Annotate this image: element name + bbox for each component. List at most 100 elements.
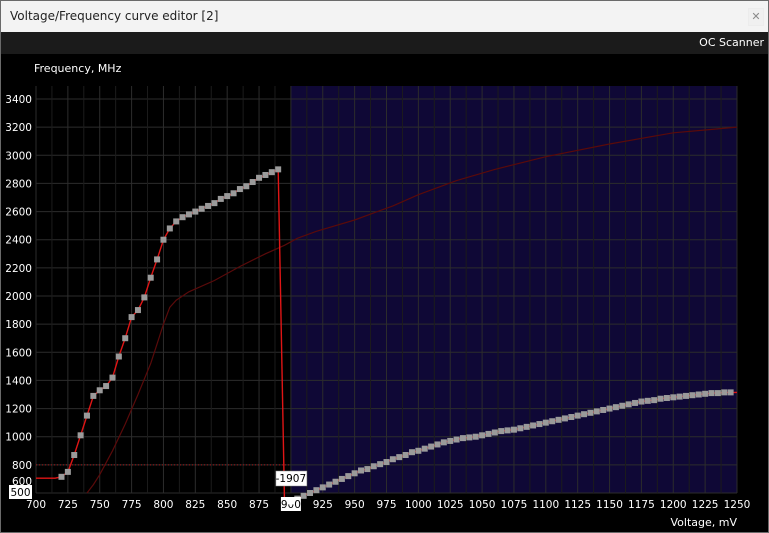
- curve-point[interactable]: [90, 392, 97, 399]
- curve-point[interactable]: [676, 393, 683, 400]
- curve-point[interactable]: [657, 395, 664, 402]
- curve-point[interactable]: [428, 443, 435, 450]
- curve-point[interactable]: [358, 467, 365, 474]
- curve-point[interactable]: [249, 179, 256, 186]
- curve-point[interactable]: [523, 423, 530, 430]
- curve-point[interactable]: [230, 190, 237, 197]
- curve-point[interactable]: [510, 426, 517, 433]
- curve-point[interactable]: [536, 421, 543, 428]
- curve-point[interactable]: [160, 236, 167, 243]
- curve-point[interactable]: [96, 387, 103, 394]
- curve-point[interactable]: [268, 169, 275, 176]
- curve-point[interactable]: [517, 425, 524, 432]
- curve-point[interactable]: [593, 408, 600, 415]
- curve-point[interactable]: [83, 412, 90, 419]
- curve-point[interactable]: [568, 414, 575, 421]
- curve-point[interactable]: [485, 430, 492, 437]
- curve-point[interactable]: [224, 193, 231, 200]
- curve-point[interactable]: [179, 214, 186, 221]
- curve-point[interactable]: [453, 436, 460, 443]
- curve-point[interactable]: [211, 200, 218, 207]
- curve-point[interactable]: [421, 445, 428, 452]
- curve-point[interactable]: [459, 435, 466, 442]
- curve-point[interactable]: [625, 401, 632, 408]
- curve-point[interactable]: [71, 452, 78, 459]
- curve-point[interactable]: [402, 452, 409, 459]
- curve-point[interactable]: [351, 470, 358, 477]
- curve-point[interactable]: [714, 390, 721, 397]
- curve-point[interactable]: [606, 405, 613, 412]
- curve-point[interactable]: [115, 353, 122, 360]
- curve-point[interactable]: [307, 490, 314, 496]
- curve-point[interactable]: [466, 434, 473, 441]
- curve-point[interactable]: [128, 314, 135, 321]
- curve-point[interactable]: [491, 429, 498, 436]
- curve-point[interactable]: [561, 415, 568, 422]
- curve-point[interactable]: [396, 454, 403, 461]
- curve-point[interactable]: [109, 374, 116, 381]
- curve-point[interactable]: [721, 389, 728, 396]
- curve-point[interactable]: [141, 294, 148, 301]
- curve-point[interactable]: [472, 433, 479, 440]
- curve-point[interactable]: [389, 456, 396, 463]
- curve-point[interactable]: [651, 397, 658, 404]
- curve-point[interactable]: [549, 418, 556, 425]
- curve-point[interactable]: [364, 466, 371, 473]
- curve-point[interactable]: [326, 481, 333, 488]
- curve-point[interactable]: [600, 406, 607, 413]
- curve-point[interactable]: [555, 416, 562, 423]
- curve-point[interactable]: [383, 459, 390, 466]
- curve-point[interactable]: [574, 412, 581, 419]
- curve-point[interactable]: [408, 449, 415, 456]
- curve-point[interactable]: [192, 208, 199, 215]
- curve-point[interactable]: [166, 225, 173, 232]
- curve-point[interactable]: [612, 404, 619, 411]
- curve-point[interactable]: [154, 256, 161, 263]
- curve-point[interactable]: [504, 427, 511, 434]
- curve-point[interactable]: [619, 402, 626, 409]
- curve-point[interactable]: [345, 473, 352, 480]
- curve-point[interactable]: [122, 335, 129, 342]
- curve-point[interactable]: [275, 166, 282, 173]
- curve-point[interactable]: [205, 202, 212, 209]
- curve-point[interactable]: [632, 399, 639, 406]
- curve-point[interactable]: [581, 411, 588, 418]
- curve-point[interactable]: [313, 487, 320, 494]
- curve-point[interactable]: [708, 390, 715, 397]
- curve-point[interactable]: [198, 205, 205, 212]
- curve-point[interactable]: [644, 397, 651, 404]
- curve-point[interactable]: [338, 475, 345, 482]
- curve-point[interactable]: [440, 439, 447, 446]
- curve-point[interactable]: [256, 174, 263, 181]
- curve-point[interactable]: [319, 484, 326, 491]
- curve-point[interactable]: [243, 183, 250, 190]
- curve-point[interactable]: [415, 447, 422, 454]
- curve-point[interactable]: [377, 461, 384, 468]
- curve-point[interactable]: [300, 492, 307, 499]
- curve-point[interactable]: [530, 422, 537, 429]
- curve-point[interactable]: [103, 383, 110, 390]
- curve-point[interactable]: [147, 274, 154, 281]
- curve-point[interactable]: [332, 478, 339, 485]
- curve-point[interactable]: [236, 186, 243, 193]
- curve-point[interactable]: [77, 432, 84, 439]
- curve-point[interactable]: [262, 171, 269, 178]
- curve-point[interactable]: [587, 409, 594, 416]
- curve-point[interactable]: [173, 218, 180, 225]
- curve-point[interactable]: [702, 390, 709, 397]
- curve-point[interactable]: [64, 468, 71, 475]
- vf-curve-chart[interactable]: 800 1000 1200 1400 1600 1800 2000 2200 2400 2600 2…: [1, 1, 768, 532]
- curve-point[interactable]: [689, 392, 696, 399]
- curve-point[interactable]: [185, 211, 192, 218]
- curve-point[interactable]: [695, 391, 702, 398]
- curve-point[interactable]: [370, 463, 377, 470]
- curve-point[interactable]: [447, 437, 454, 444]
- curve-point[interactable]: [542, 419, 549, 426]
- curve-point[interactable]: [434, 441, 441, 448]
- curve-point[interactable]: [683, 392, 690, 399]
- curve-point[interactable]: [58, 473, 65, 480]
- curve-point[interactable]: [670, 394, 677, 401]
- curve-point[interactable]: [479, 432, 486, 439]
- curve-point[interactable]: [638, 398, 645, 405]
- curve-point[interactable]: [498, 428, 505, 435]
